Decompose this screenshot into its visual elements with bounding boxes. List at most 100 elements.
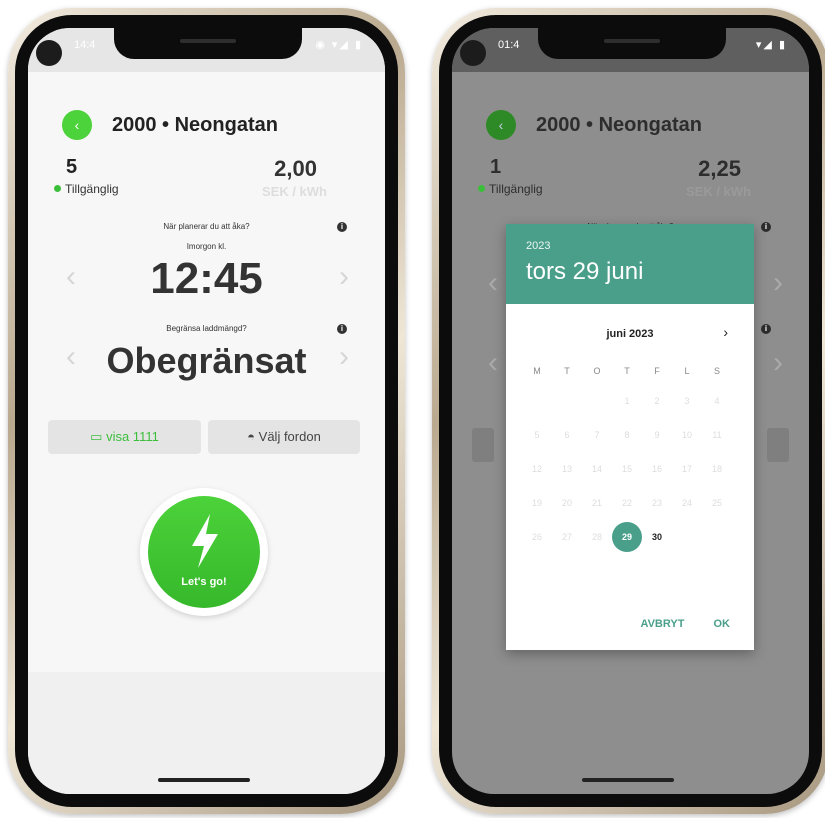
weekday-row: MTOTFLS — [522, 358, 732, 384]
day-cell: 18 — [711, 464, 722, 474]
day-cell: 17 — [681, 464, 692, 474]
limit-next-button[interactable]: › — [339, 340, 349, 374]
start-charging-button[interactable]: Let's go! — [140, 488, 268, 616]
day-cell: 19 — [531, 498, 542, 508]
day-cell: 28 — [591, 532, 602, 542]
home-indicator[interactable] — [158, 778, 250, 782]
info-icon[interactable]: i — [337, 324, 347, 334]
lightning-icon — [192, 514, 218, 568]
dialog-selected-date: tors 29 juni — [526, 258, 644, 285]
selected-day-cell[interactable]: 29 — [612, 522, 642, 552]
station-title: 2000 • Neongatan — [536, 114, 702, 136]
notch — [114, 28, 302, 59]
weekday-label: O — [593, 366, 601, 376]
day-cell: 15 — [621, 464, 632, 474]
chevron-right-icon: › — [339, 260, 349, 293]
chevron-left-icon: ‹ — [74, 117, 80, 133]
limit-question: Begränsa laddmängd? — [166, 324, 247, 333]
screen-date-picker: 01:4 ▾◢ ▮ ‹ 2000 • Neongatan 1 Tillgängl… — [452, 28, 809, 794]
chevron-left-icon: ‹ — [488, 346, 498, 379]
departure-time[interactable]: 12:45 — [28, 254, 385, 304]
dialog-year[interactable]: 2023 — [526, 240, 550, 252]
day-cell: 1 — [624, 396, 630, 406]
cancel-button[interactable]: AVBRYT — [640, 618, 684, 630]
day-cell: 21 — [591, 498, 602, 508]
week-row: 12 13 14 15 16 17 18 — [522, 452, 732, 486]
empty-day-cell — [582, 384, 612, 418]
available-dot-icon — [478, 185, 485, 192]
week-row: 19 20 21 22 23 24 25 — [522, 486, 732, 520]
weekday-label: L — [684, 366, 690, 376]
card-label: visa 1111 — [106, 429, 159, 444]
chevron-right-icon: › — [339, 340, 349, 373]
day-cell: 5 — [534, 430, 540, 440]
day-cell: 6 — [564, 430, 570, 440]
week-row: 26 27 28 29 30 — [522, 520, 732, 554]
day-cell: 25 — [711, 498, 722, 508]
departure-question: När planerar du att åka? — [163, 222, 250, 231]
day-cell: 12 — [531, 464, 542, 474]
empty-day-cell — [702, 520, 732, 554]
price-unit: SEK / kWh — [685, 184, 751, 199]
available-count: 5 — [66, 156, 78, 178]
choose-vehicle-button — [767, 428, 789, 462]
day-cell: 4 — [714, 396, 720, 406]
day-cell: 13 — [561, 464, 572, 474]
calendar-grid: M T O T F L S 1 2 3 4 5 6 7 8 9 10 11 12 13 14 15 16 17 18 19 20 21… — [522, 358, 732, 554]
time-next-button[interactable]: › — [339, 260, 349, 294]
weekday-label: T — [624, 366, 630, 376]
credit-card-icon: ▭ — [90, 429, 103, 444]
car-icon: ◓ — [247, 429, 256, 444]
status-time: 14:4 — [74, 39, 96, 51]
limit-value[interactable]: Obegränsat — [28, 340, 385, 382]
day-cell: 20 — [561, 498, 572, 508]
ok-button[interactable]: OK — [714, 618, 731, 630]
front-camera — [36, 40, 62, 66]
next-month-button[interactable]: › — [723, 324, 728, 340]
available-label: Tillgänglig — [65, 182, 119, 196]
date-picker-dialog: 2023 tors 29 juni juni 2023 › MTOTFLS123… — [506, 224, 754, 650]
day-cell: 16 — [651, 464, 662, 474]
payment-card-button[interactable]: ▭ visa 1111 — [48, 420, 201, 454]
back-button[interactable]: ‹ — [62, 110, 92, 140]
week-row: 1 2 3 4 — [522, 384, 732, 418]
day-cell: 7 — [594, 430, 600, 440]
weekday-label: T — [564, 366, 570, 376]
available-dot-icon — [54, 185, 61, 192]
info-icon: i — [761, 222, 771, 232]
bottom-panel — [28, 672, 385, 794]
day-cell: 9 — [654, 430, 660, 440]
weekday-label: F — [654, 366, 660, 376]
go-label: Let's go! — [181, 576, 227, 588]
day-cell: 22 — [621, 498, 632, 508]
day-cell[interactable]: 30 — [642, 520, 672, 554]
day-cell: 11 — [712, 430, 722, 440]
weekday-label: S — [713, 366, 720, 376]
empty-day-cell — [522, 384, 552, 418]
home-indicator[interactable] — [582, 778, 674, 782]
info-icon[interactable]: i — [337, 222, 347, 232]
chevron-left-icon: ‹ — [488, 266, 498, 299]
back-button[interactable]: ‹ — [486, 110, 516, 140]
station-title: 2000 • Neongatan — [112, 114, 278, 136]
day-cell: 27 — [561, 532, 572, 542]
empty-day-cell — [672, 520, 702, 554]
main-content-dimmed: ‹ 2000 • Neongatan 1 Tillgänglig 2,25 SE… — [452, 72, 809, 794]
weekday-label: M — [533, 366, 541, 376]
week-row: 5 6 7 8 9 10 11 — [522, 418, 732, 452]
phone-right: 01:4 ▾◢ ▮ ‹ 2000 • Neongatan 1 Tillgängl… — [432, 8, 825, 814]
vehicle-label: Välj fordon — [258, 429, 321, 444]
price-unit: SEK / kWh — [261, 184, 327, 199]
dialog-header: 2023 tors 29 juni — [506, 224, 754, 304]
available-count: 1 — [490, 156, 502, 178]
go-circle: Let's go! — [148, 496, 260, 608]
choose-vehicle-button[interactable]: ◓ Välj fordon — [208, 420, 360, 454]
chevron-left-icon: ‹ — [498, 117, 504, 133]
available-label: Tillgänglig — [489, 182, 543, 196]
chevron-right-icon: › — [723, 324, 728, 340]
status-bar: 01:4 ▾◢ ▮ — [452, 28, 809, 72]
speaker — [604, 39, 660, 43]
day-cell: 23 — [651, 498, 662, 508]
price-value: 2,00 — [274, 156, 317, 181]
day-cell: 14 — [591, 464, 602, 474]
